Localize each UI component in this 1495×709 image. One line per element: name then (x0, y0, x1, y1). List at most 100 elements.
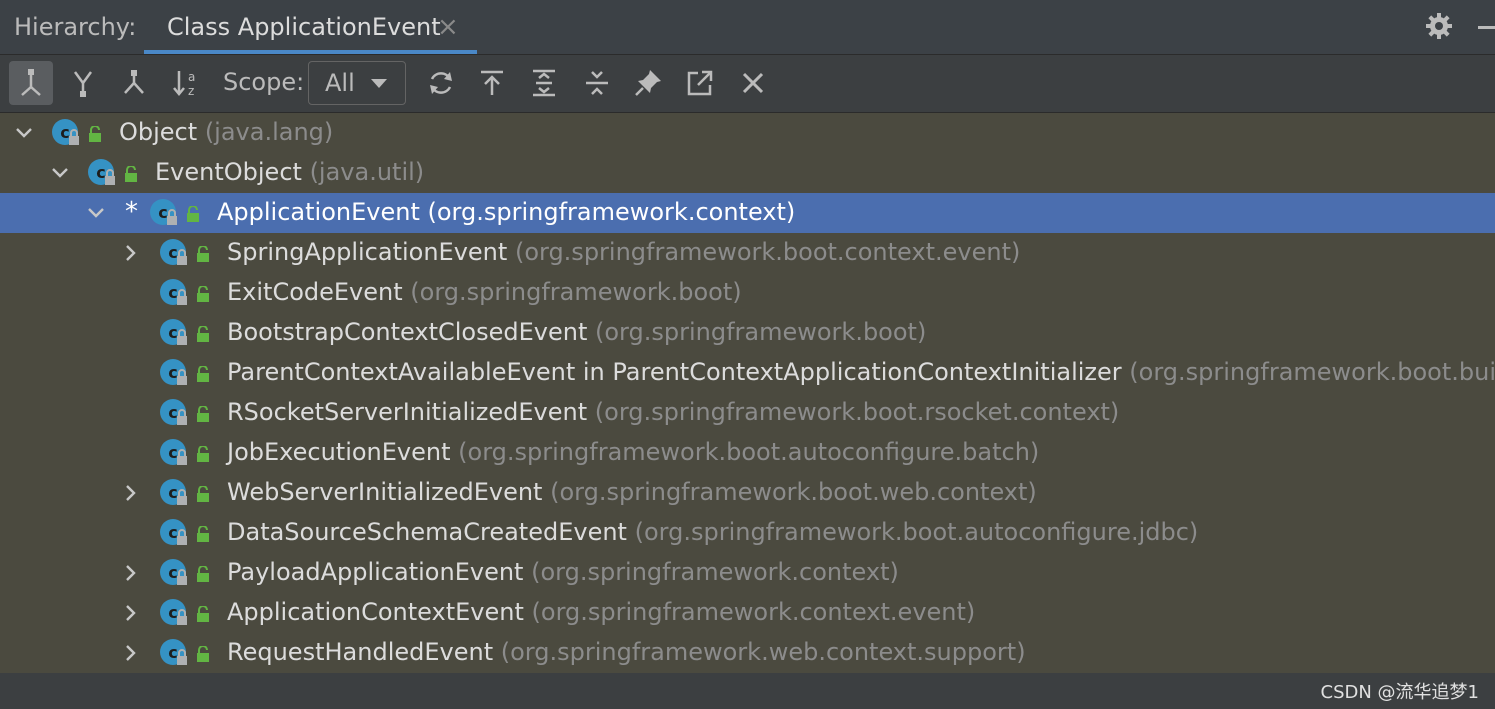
package-name: (org.springframework.context) (427, 198, 796, 226)
svg-text:c: c (168, 403, 177, 422)
tree-row[interactable]: c WebServerInitializedEvent (org.springfr… (0, 473, 1495, 513)
svg-text:a: a (188, 70, 195, 84)
tab-class-applicationevent[interactable]: Class ApplicationEvent × (144, 0, 477, 54)
gear-icon[interactable] (1424, 11, 1454, 41)
package-name: (org.springframework.boot.autoconfigure.… (634, 518, 1199, 546)
open-in-new-button[interactable] (678, 61, 722, 105)
tree-row[interactable]: c Object (java.lang) (0, 113, 1495, 153)
refresh-button[interactable] (419, 61, 463, 105)
public-access-icon (196, 565, 210, 582)
tree-row[interactable]: c BootstrapContextClosedEvent (org.spring… (0, 313, 1495, 353)
collapse-all-icon (586, 71, 608, 95)
class-name-text: RequestHandledEvent (227, 638, 494, 666)
sort-alphabetically-button[interactable]: a z (164, 61, 208, 105)
chevron-right-icon[interactable] (121, 603, 141, 623)
package-name: (java.util) (309, 158, 425, 186)
tree-row[interactable]: c DataSourceSchemaCreatedEvent (org.sprin… (0, 513, 1495, 553)
class-icon: c (159, 398, 189, 428)
chevron-right-icon[interactable] (121, 563, 141, 583)
class-name: SpringApplicationEvent (org.springframew… (227, 238, 1020, 266)
tree-row[interactable]: c EventObject (java.util) (0, 153, 1495, 193)
chevron-right-icon[interactable] (121, 643, 141, 663)
package-name: (org.springframework.boot.context.event) (514, 238, 1021, 266)
sort-alphabetically-icon: a z (173, 70, 195, 98)
subtypes-hierarchy-button[interactable] (112, 61, 156, 105)
class-name-text: ParentContextAvailableEvent in ParentCon… (227, 358, 1122, 386)
svg-text:c: c (168, 283, 177, 302)
public-access-icon (196, 405, 210, 422)
class-name-text: ApplicationEvent (217, 198, 420, 226)
class-name-text: WebServerInitializedEvent (227, 478, 543, 506)
tree-row[interactable]: c SpringApplicationEvent (org.springframe… (0, 233, 1495, 273)
open-in-new-icon (687, 70, 713, 96)
export-icon (481, 70, 503, 95)
supertypes-hierarchy-button[interactable] (61, 61, 105, 105)
export-button[interactable] (470, 61, 514, 105)
chevron-down-icon[interactable] (86, 203, 106, 223)
pin-button[interactable] (626, 61, 670, 105)
package-name: (org.springframework.context) (531, 558, 899, 586)
svg-text:c: c (168, 323, 177, 342)
svg-text:c: c (168, 363, 177, 382)
tree-row[interactable]: c RequestHandledEvent (org.springframewor… (0, 633, 1495, 673)
class-icon: c (159, 358, 189, 388)
type-hierarchy-button[interactable] (9, 61, 53, 105)
public-access-icon (196, 445, 210, 462)
svg-text:c: c (168, 483, 177, 502)
class-name: ExitCodeEvent (org.springframework.boot) (227, 278, 742, 306)
chevron-right-icon[interactable] (121, 483, 141, 503)
package-name: (org.springframework.web.context.support… (500, 638, 1026, 666)
chevron-down-icon[interactable] (14, 123, 34, 143)
tree-row[interactable]: c ExitCodeEvent (org.springframework.boot… (0, 273, 1495, 313)
subtypes-hierarchy-icon (124, 70, 144, 94)
public-access-icon (196, 285, 210, 302)
scope-select[interactable]: All (308, 61, 406, 105)
focus-star: * (125, 197, 138, 227)
class-icon: c (159, 478, 189, 508)
class-name-text: BootstrapContextClosedEvent (227, 318, 588, 346)
minimize-icon[interactable] (1478, 26, 1495, 29)
svg-text:z: z (188, 84, 194, 98)
tab-label: Class ApplicationEvent (167, 13, 441, 41)
tree-row[interactable]: * c ApplicationEvent (org.springframework.… (0, 193, 1495, 233)
class-name-text: PayloadApplicationEvent (227, 558, 524, 586)
package-name: (org.springframework.boot) (595, 318, 927, 346)
tool-window-header: Hierarchy: Class ApplicationEvent × (0, 0, 1495, 55)
class-icon: c (159, 558, 189, 588)
package-name: (org.springframework.boot.builder) (1129, 358, 1495, 386)
class-name-text: Object (119, 118, 198, 146)
close-button[interactable] (731, 61, 775, 105)
class-name-text: RSocketServerInitializedEvent (227, 398, 588, 426)
tab-close-icon[interactable]: × (437, 12, 459, 42)
public-access-icon (196, 645, 210, 662)
collapse-all-button[interactable] (575, 61, 619, 105)
chevron-down-icon[interactable] (50, 163, 70, 183)
package-name: (java.lang) (204, 118, 334, 146)
chevron-right-icon[interactable] (121, 243, 141, 263)
type-hierarchy-icon (21, 69, 41, 96)
tree-row[interactable]: c ParentContextAvailableEvent in ParentCo… (0, 353, 1495, 393)
class-name: WebServerInitializedEvent (org.springfra… (227, 478, 1037, 506)
class-name-text: ExitCodeEvent (227, 278, 403, 306)
public-access-icon (196, 525, 210, 542)
expand-all-button[interactable] (522, 61, 566, 105)
hierarchy-toolbar: a z Scope: All (0, 55, 1495, 113)
package-name: (org.springframework.boot.rsocket.contex… (594, 398, 1120, 426)
hierarchy-label: Hierarchy: (14, 13, 137, 41)
class-name-text: DataSourceSchemaCreatedEvent (227, 518, 627, 546)
svg-text:c: c (168, 603, 177, 622)
tree-row[interactable]: c PayloadApplicationEvent (org.springfram… (0, 553, 1495, 593)
svg-text:c: c (168, 523, 177, 542)
public-access-icon (124, 165, 138, 182)
tree-row[interactable]: c RSocketServerInitializedEvent (org.spri… (0, 393, 1495, 433)
tree-row[interactable]: c JobExecutionEvent (org.springframework.… (0, 433, 1495, 473)
tree-row[interactable]: c ApplicationContextEvent (org.springfram… (0, 593, 1495, 633)
class-name: DataSourceSchemaCreatedEvent (org.spring… (227, 518, 1198, 546)
refresh-icon (430, 72, 452, 94)
svg-text:c: c (158, 203, 167, 222)
footer: CSDN @流华追梦1 (0, 673, 1495, 709)
public-access-icon (196, 245, 210, 262)
class-icon: c (159, 318, 189, 348)
class-icon: c (159, 638, 189, 668)
class-name: PayloadApplicationEvent (org.springframe… (227, 558, 899, 586)
